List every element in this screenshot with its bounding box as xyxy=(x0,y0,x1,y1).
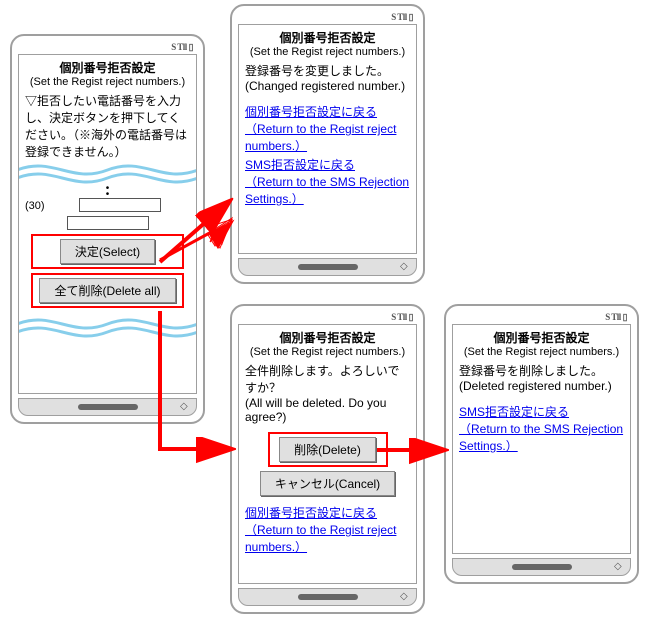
message-en: (All will be deleted. Do you agree?) xyxy=(245,396,410,424)
link-return-sms[interactable]: SMS拒否設定に戻る xyxy=(245,158,355,172)
page-title: 個別番号拒否設定 xyxy=(245,29,410,46)
arrow-deleteall-to-confirm xyxy=(158,309,233,459)
arrow-confirm-to-deleted xyxy=(375,440,447,460)
instruction-text: ▽拒否したい電話番号を入力し、決定ボタンを押下してください。（※海外の電話番号は… xyxy=(25,92,190,160)
page-subtitle: (Set the Regist reject numbers.) xyxy=(245,346,410,358)
link-return-sms-en[interactable]: （Return to the SMS Rejection Settings.） xyxy=(245,175,409,206)
delete-all-button[interactable]: 全て削除(Delete all) xyxy=(39,278,175,303)
home-indicator xyxy=(298,264,358,270)
wave-decoration-top xyxy=(19,160,196,186)
page-title: 個別番号拒否設定 xyxy=(245,329,410,346)
highlight-delete: 削除(Delete) xyxy=(268,432,388,467)
phone-number-input[interactable] xyxy=(79,198,161,212)
entry-label: (30) xyxy=(25,200,45,212)
page-title: 個別番号拒否設定 xyxy=(25,59,190,76)
link-return-regist[interactable]: 個別番号拒否設定に戻る xyxy=(245,105,377,119)
link-return-sms[interactable]: SMS拒否設定に戻る xyxy=(459,405,569,419)
home-indicator xyxy=(512,564,572,570)
highlight-delete-all: 全て削除(Delete all) xyxy=(31,273,184,308)
select-button[interactable]: 決定(Select) xyxy=(60,239,155,264)
home-bar: ◇ xyxy=(238,588,417,606)
link-return-regist[interactable]: 個別番号拒否設定に戻る xyxy=(245,506,377,520)
phone-number-input[interactable] xyxy=(67,216,149,230)
home-indicator xyxy=(78,404,138,410)
cancel-button[interactable]: キャンセル(Cancel) xyxy=(260,471,395,496)
home-bar: ◇ xyxy=(238,258,417,276)
message-en: (Changed registered number.) xyxy=(245,79,410,93)
arrow-select-to-changed xyxy=(158,200,233,270)
status-bar: S Tll ▯ xyxy=(238,312,417,324)
status-bar: S Tll ▯ xyxy=(18,42,197,54)
page-subtitle: (Set the Regist reject numbers.) xyxy=(25,76,190,88)
page-title: 個別番号拒否設定 xyxy=(459,329,624,346)
page-subtitle: (Set the Regist reject numbers.) xyxy=(245,46,410,58)
nav-icon: ◇ xyxy=(400,262,410,272)
status-bar: S Tll ▯ xyxy=(452,312,631,324)
link-return-regist-en[interactable]: （Return to the Regist reject numbers.） xyxy=(245,523,396,554)
message-jp: 全件削除します。よろしいですか？ xyxy=(245,362,410,396)
home-bar: ◇ xyxy=(452,558,631,576)
link-return-regist-en[interactable]: （Return to the Regist reject numbers.） xyxy=(245,122,396,153)
phone-changed: S Tll ▯ 個別番号拒否設定 (Set the Regist reject … xyxy=(230,4,425,284)
message-jp: 登録番号を削除しました。 xyxy=(459,362,624,379)
home-indicator xyxy=(298,594,358,600)
nav-icon: ◇ xyxy=(400,592,410,602)
page-subtitle: (Set the Regist reject numbers.) xyxy=(459,346,624,358)
delete-button[interactable]: 削除(Delete) xyxy=(279,437,376,462)
nav-icon: ◇ xyxy=(614,562,624,572)
message-en: (Deleted registered number.) xyxy=(459,379,624,393)
screen: 個別番号拒否設定 (Set the Regist reject numbers.… xyxy=(238,24,417,254)
link-return-sms-en[interactable]: （Return to the SMS Rejection Settings.） xyxy=(459,422,623,453)
screen: 個別番号拒否設定 (Set the Regist reject numbers.… xyxy=(452,324,631,554)
message-jp: 登録番号を変更しました。 xyxy=(245,62,410,79)
phone-deleted: S Tll ▯ 個別番号拒否設定 (Set the Regist reject … xyxy=(444,304,639,584)
status-bar: S Tll ▯ xyxy=(238,12,417,24)
